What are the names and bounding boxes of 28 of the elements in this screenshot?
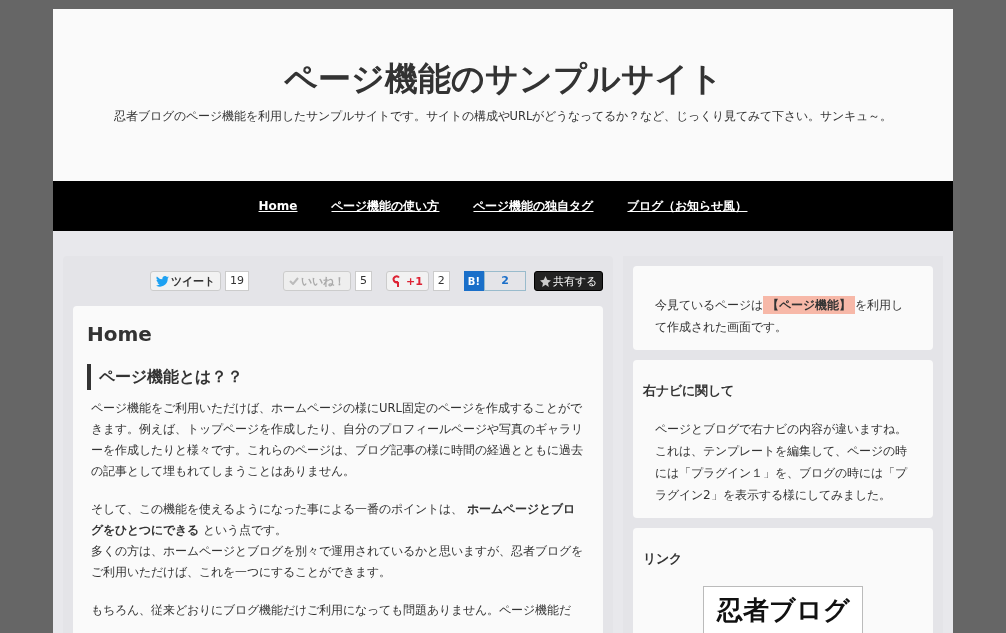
site-tagline: 忍者ブログのページ機能を利用したサンプルサイトです。サイトの構成やURLがどうなってるか？など、じっくり見てみて下さい。サンキュ～。 (112, 109, 894, 124)
site-title: ページ機能のサンプルサイト (282, 58, 724, 100)
intro-text: 今見ているページは 【ページ機能】 を利用して作成された画面です。 (654, 295, 904, 336)
nav-link[interactable]: ブログ（お知らせ風） (627, 197, 748, 215)
section-heading: ページ機能とは？？ (87, 364, 589, 390)
widget-title: 右ナビに関して (643, 382, 735, 400)
check-icon (288, 277, 299, 285)
body-paragraph: もちろん、従来どおりにブログ機能だけご利用になっても問題ありません。ページ機能だ (90, 602, 572, 619)
body-paragraph: そして、この機能を使えるようになった事による一番のポイントは、 ホームページとブログをひとつにできる という点です。 (90, 501, 576, 539)
bookmark-count: 2 (484, 271, 526, 291)
widget-text: ページとブログで右ナビの内容が違いますね。これは、テンプレートを編集して、ページの時には「プラグイン１」を、ブログの時には「プラグイン2」を表示する様にしてみました。 (654, 421, 909, 504)
blog-banner[interactable]: 忍者ブログ (703, 586, 863, 633)
tweet-count: 19 (224, 271, 249, 291)
plus-one-count: 2 (432, 271, 450, 291)
plus-one-button[interactable]: +1 (385, 271, 429, 291)
share-button[interactable]: 共有する (534, 271, 603, 291)
bookmark-button[interactable]: B! (463, 271, 484, 291)
body-paragraph: ページ機能をご利用いただけば、ホームページの様にURL固定のページを作成することができます。例えば、トップページを作成したり、自分のプロフィールページや写真のギャラリーを作成したりと様々です。これらのページは、ブログ記事の様に時間の経過とともに過去の記事として埋もれてしまうことはありません。 (90, 400, 584, 480)
tweet-button[interactable]: ツイート (149, 271, 221, 291)
bird-icon (155, 275, 169, 287)
nav-link[interactable]: ページ機能の独自タグ (473, 197, 594, 215)
star-icon (540, 275, 551, 287)
widget-title: リンク (643, 550, 683, 568)
like-count: 5 (354, 271, 372, 291)
nav-link[interactable]: ページ機能の使い方 (331, 197, 440, 215)
body-paragraph: 多くの方は、ホームページとブログを別々で運用されているかと思いますが、忍者ブログをご利用いただけば、これを一つにすることができます。 (90, 543, 584, 581)
article-title: Home (87, 322, 153, 346)
nav-link[interactable]: Home (258, 199, 298, 213)
